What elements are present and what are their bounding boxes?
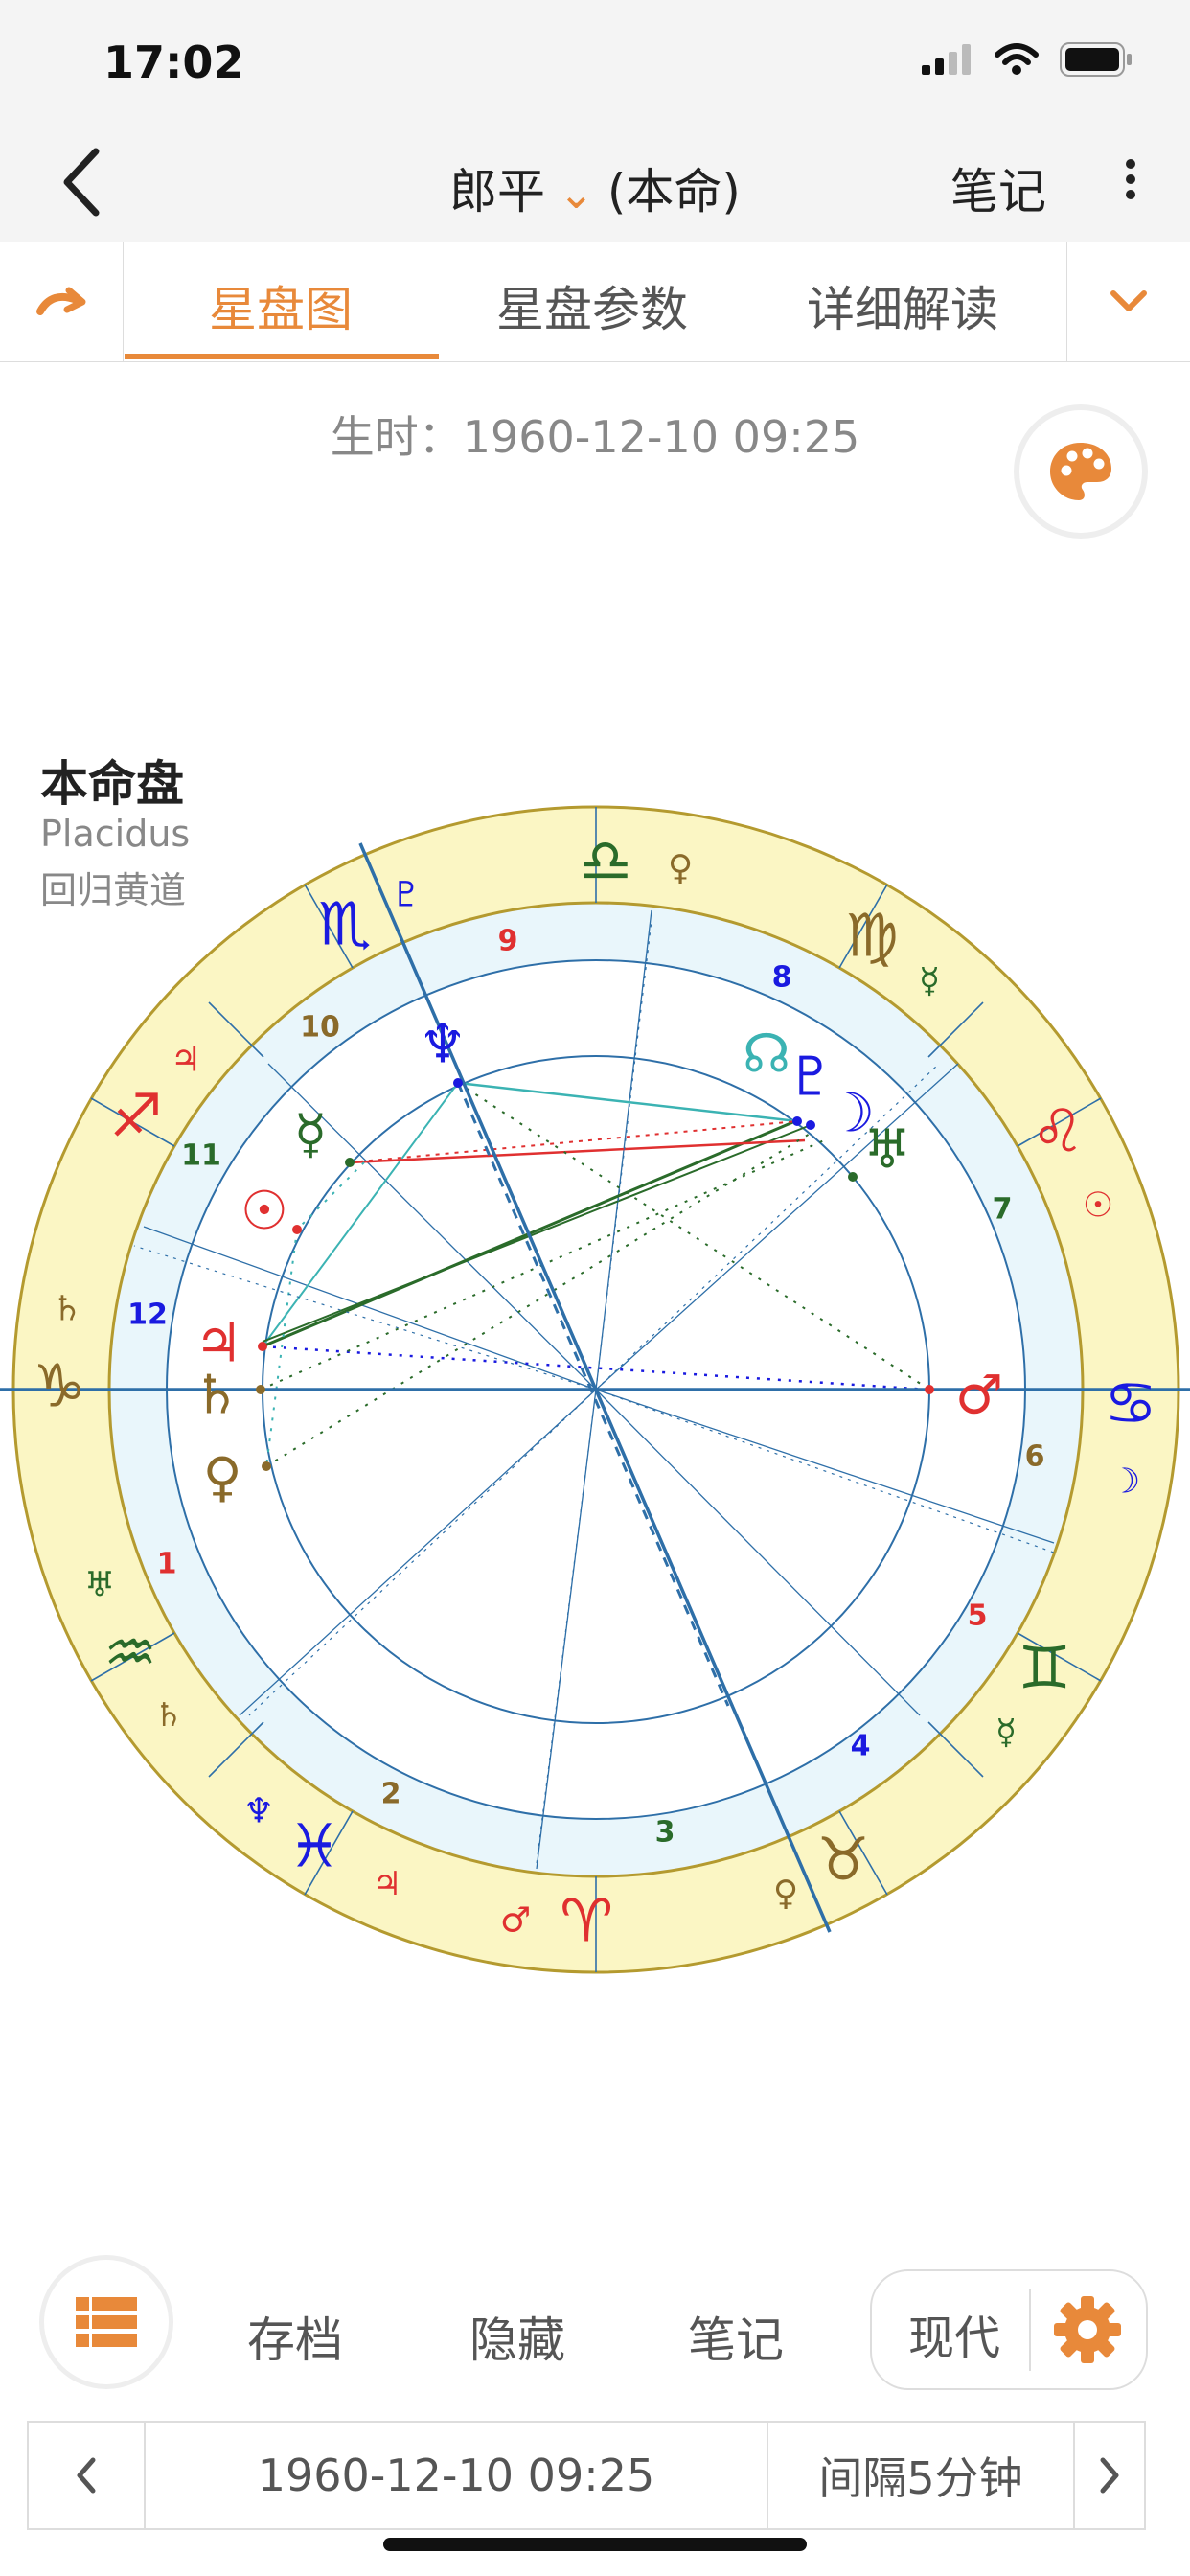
house-number-5: 5 [968,1599,988,1633]
house-number-10: 10 [300,1011,340,1045]
sign-ruler-2-icon: ♅ [84,1566,115,1605]
zodiac-sign-2-icon: ♒ [103,1618,157,1688]
home-indicator [383,2538,807,2551]
sign-ruler-11-icon: ♇ [391,876,422,915]
zodiac-sign-6-icon: ♊ [1018,1633,1071,1703]
list-icon [76,2297,137,2347]
sign-ruler-9-icon: ☿ [919,962,940,1001]
chart-owner-name: 郎平 [449,164,546,219]
zodiac-sign-10-icon: ♎ [579,826,632,896]
zodiac-sign-4-icon: ♈ [560,1886,613,1956]
sign-ruler-5-icon: ♀ [773,1874,798,1914]
wifi-icon [995,43,1039,75]
house-number-4: 4 [851,1730,871,1763]
palette-button[interactable] [1019,410,1142,533]
zodiac-sign-7-icon: ♋ [1104,1368,1157,1438]
planet-10-icon: ♅ [863,1119,911,1182]
zodiac-sign-11-icon: ♏ [318,889,372,959]
battery-icon [1060,42,1132,77]
tab-chart[interactable]: 星盘图 [209,271,353,340]
sign-coruler-2-icon: ♃ [373,1865,401,1903]
hide-button[interactable]: 隐藏 [469,2302,565,2371]
zodiac-sign-9-icon: ♍ [845,901,899,971]
save-button[interactable]: 存档 [247,2302,343,2371]
prev-time-button[interactable] [29,2423,144,2528]
house-number-2: 2 [381,1778,401,1811]
chevron-right-icon [1100,2457,1119,2494]
zodiac-sign-12-icon: ♐ [109,1081,163,1151]
planet-7-icon: ☊ [743,1024,790,1086]
tab-chart-params[interactable]: 星盘参数 [496,271,688,340]
zodiac-sign-5-icon: ♉ [816,1825,870,1895]
sign-ruler-10-icon: ♀ [668,849,693,888]
more-menu-icon[interactable] [1121,153,1140,211]
mode-separator [1029,2288,1031,2371]
natal-chart-wheel[interactable]: 123456789101112♑♒♓♈♉♊♋♌♍♎♏♐♄♅♆♂♀☿☽☉☿♀♇♃♄… [0,792,1190,1980]
house-number-8: 8 [772,961,792,995]
mode-label: 现代 [908,2312,1001,2365]
tab-bar: 星盘图 星盘参数 详细解读 [0,242,1190,362]
planet-2-icon: ♄ [193,1365,240,1427]
mode-selector[interactable]: 现代 [870,2269,1148,2390]
house-number-12: 12 [127,1299,168,1332]
chevron-down-icon: ⌄ [559,170,594,218]
planet-3-icon: ♀ [202,1447,241,1509]
status-icons [922,42,1133,77]
redo-button[interactable] [0,242,124,361]
house-number-3: 3 [655,1816,675,1850]
planet-11-icon: ♂ [955,1365,1003,1427]
zodiac-sign-3-icon: ♓ [287,1811,341,1881]
zodiac-sign-8-icon: ♌ [1031,1096,1085,1166]
sign-ruler-6-icon: ☿ [995,1714,1017,1753]
house-number-11: 11 [181,1139,221,1173]
date-time-field[interactable]: 1960-12-10 09:25 [146,2423,767,2528]
house-number-1: 1 [157,1548,177,1581]
toolbar-notes-button[interactable]: 笔记 [688,2302,784,2371]
sign-ruler-12-icon: ♃ [171,1041,201,1080]
next-time-button[interactable] [1075,2423,1144,2528]
chevron-down-icon [1110,290,1147,311]
expand-tabs-button[interactable] [1066,242,1190,361]
house-number-7: 7 [993,1193,1013,1227]
chart-type: (本命) [606,164,741,219]
sign-ruler-4-icon: ♂ [500,1901,531,1941]
planet-5-icon: ☿ [294,1104,327,1166]
birth-time: 生时：1960-12-10 09:25 [330,411,860,463]
sign-ruler-7-icon: ☽ [1110,1462,1140,1502]
redo-icon [36,287,86,315]
active-tab-indicator [125,354,439,359]
tab-detailed-reading[interactable]: 详细解读 [807,271,998,340]
signal-icon [922,44,971,75]
status-time: 17:02 [103,36,244,88]
zodiac-sign-1-icon: ♑ [33,1351,86,1421]
interval-selector[interactable]: 间隔5分钟 [768,2423,1073,2528]
palette-icon [1050,443,1111,500]
sign-coruler-1-icon: ♄ [154,1696,183,1735]
sign-ruler-1-icon: ♄ [52,1290,82,1329]
planet-6-icon: ♆ [419,1014,467,1076]
chevron-left-icon [77,2457,96,2494]
sign-ruler-3-icon: ♆ [243,1792,274,1831]
planet-4-icon: ☉ [240,1181,288,1243]
house-number-9: 9 [498,925,518,958]
date-navigator: 1960-12-10 09:25 间隔5分钟 [27,2421,1146,2530]
notes-button[interactable]: 笔记 [950,153,1046,222]
sign-ruler-8-icon: ☉ [1083,1186,1113,1226]
gear-icon[interactable] [1052,2294,1123,2365]
list-button[interactable] [44,2260,169,2384]
house-number-6: 6 [1025,1440,1045,1474]
